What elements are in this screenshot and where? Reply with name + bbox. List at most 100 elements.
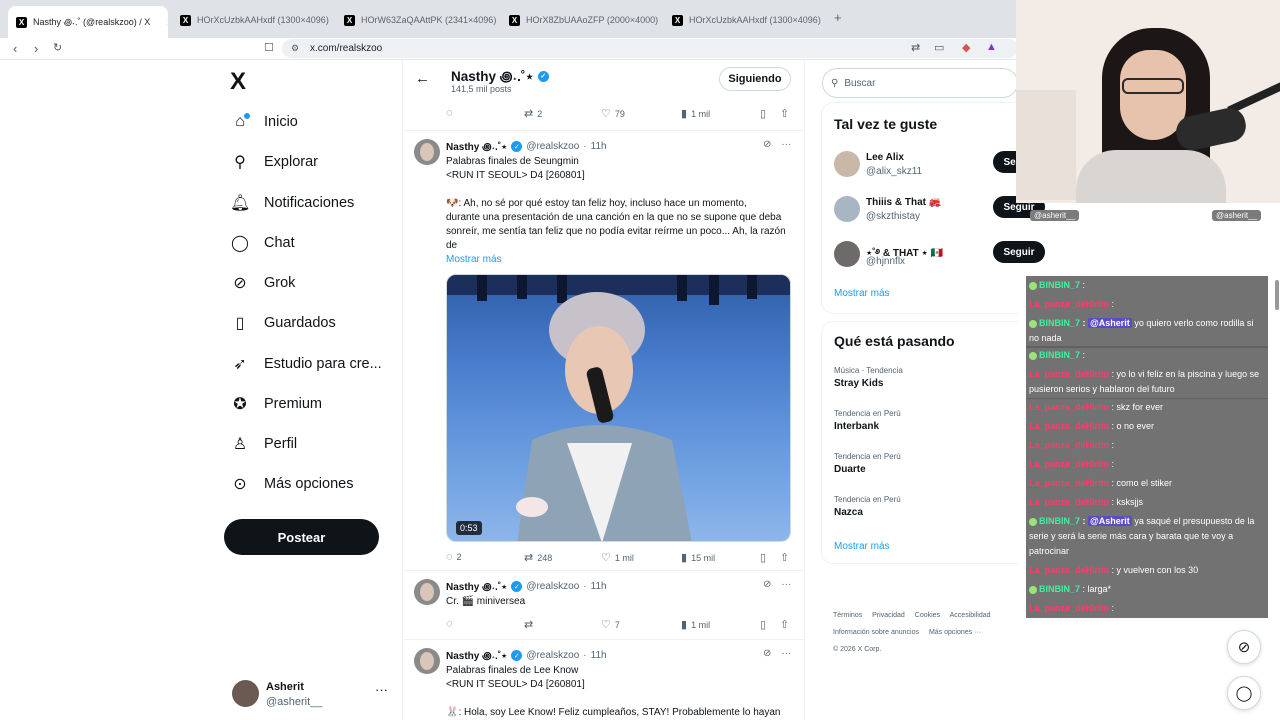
footer-link[interactable]: Privacidad <box>872 612 905 619</box>
triangle-extension-icon[interactable]: ▲ <box>986 41 997 53</box>
bookmark-button[interactable]: ▯ <box>760 107 766 120</box>
search-input[interactable]: ⚲ Buscar <box>822 68 1018 98</box>
tweet-time[interactable]: 11h <box>591 650 607 661</box>
nav-item-notificaciones[interactable]: 🔔︎ Notificaciones <box>230 191 354 215</box>
tab-active[interactable]: X Nasthy ꩜˖.˚ (@realskzoo) / X ✕ <box>8 6 168 38</box>
nav-item-chat[interactable]: ◯ Chat <box>230 231 295 255</box>
author-name[interactable]: Nasthy ꩜˖.˚⋆ <box>446 648 507 663</box>
grok-icon[interactable]: ⊘ <box>763 579 771 590</box>
author-handle[interactable]: @realskzoo <box>526 581 579 592</box>
tab-image-1[interactable]: X HOrXcUzbkAAHxdf (1300×4096) <box>180 8 330 32</box>
reload-icon[interactable]: ↻ <box>53 41 62 54</box>
post-button[interactable]: Postear <box>224 519 379 555</box>
bookmark-button[interactable]: ▯ <box>760 618 766 631</box>
repost-button[interactable]: ⇄ 248 <box>524 551 552 564</box>
trend-item[interactable]: Tendencia en Perú Duarte <box>834 452 1014 475</box>
footer-link[interactable]: Más opciones ··· <box>929 629 981 636</box>
more-icon[interactable]: ··· <box>781 579 791 590</box>
chat-username[interactable]: BINBIN_7 <box>1039 280 1080 290</box>
translate-icon[interactable]: ⇄ <box>911 41 920 54</box>
footer-link[interactable]: Términos <box>833 612 862 619</box>
new-tab-icon[interactable]: + <box>834 10 842 25</box>
site-info-icon[interactable]: ⚙ <box>291 39 299 58</box>
reply-button[interactable]: ◌ <box>446 618 457 630</box>
tweet-time[interactable]: 11h <box>591 141 607 152</box>
url-field[interactable]: ⚙ x.com/realskzoo <box>282 39 1018 58</box>
views-button[interactable]: ▮ 1 mil <box>681 107 710 120</box>
views-button[interactable]: ▮ 1 mil <box>681 618 710 631</box>
nav-item-estudio[interactable]: ➶ Estudio para cre... <box>230 352 381 376</box>
follow-button[interactable]: Seguir <box>993 241 1045 263</box>
chat-username[interactable]: La_panza_deHirito <box>1029 459 1109 469</box>
nav-item-premium[interactable]: ✪ Premium <box>230 392 322 416</box>
more-icon[interactable]: ··· <box>781 139 791 150</box>
tweet[interactable]: Nasthy ꩜˖.˚⋆ ✓ @realskzoo · 11h ⊘ ··· Pa… <box>403 130 804 570</box>
footer-link[interactable]: Información sobre anuncios <box>833 629 919 636</box>
share-button[interactable]: ⇧ <box>780 107 789 120</box>
grok-fab-button[interactable]: ⊘ <box>1227 630 1261 664</box>
nav-item-inicio[interactable]: ⌂ Inicio <box>230 110 298 134</box>
nav-item-perfil[interactable]: ♙ Perfil <box>230 432 297 456</box>
show-more-link[interactable]: Mostrar más <box>834 288 890 299</box>
show-more-link[interactable]: Mostrar más <box>834 541 890 552</box>
chat-username[interactable]: La_panza_deHirito <box>1029 440 1109 450</box>
views-button[interactable]: ▮ 15 mil <box>681 551 715 564</box>
repost-button[interactable]: ⇄ <box>524 618 537 631</box>
nav-item-mas-opciones[interactable]: ⊙ Más opciones <box>230 472 353 496</box>
tweet[interactable]: Nasthy ꩜˖.˚⋆ ✓ @realskzoo · 11h ⊘ ··· Cr… <box>403 570 804 638</box>
tab-image-2[interactable]: X HOrW63ZaQAAttPK (2341×4096) <box>344 8 496 32</box>
chat-username[interactable]: La_panza_deHirito <box>1029 603 1109 613</box>
tab-image-4[interactable]: X HOrXcUzbkAAHxdf (1300×4096) <box>672 8 822 32</box>
trend-item[interactable]: Música · Tendencia Stray Kids <box>834 366 1014 389</box>
repost-button[interactable]: ⇄ 2 <box>524 107 542 120</box>
grok-icon[interactable]: ⊘ <box>763 648 771 659</box>
author-name[interactable]: Nasthy ꩜˖.˚⋆ <box>446 579 507 594</box>
avatar[interactable] <box>414 139 440 165</box>
share-button[interactable]: ⇧ <box>780 551 789 564</box>
like-button[interactable]: ♡ 1 mil <box>601 551 634 564</box>
author-handle[interactable]: @realskzoo <box>526 650 579 661</box>
reply-button[interactable]: ◌ 2 <box>446 551 462 563</box>
messages-fab-button[interactable]: ◯ <box>1227 676 1261 710</box>
suggestion-item[interactable]: ⋆˚࿔ & THAT ⋆ 🇲🇽 @hjnnflx Seguir <box>834 241 1045 275</box>
chat-username[interactable]: La_panza_deHirito <box>1029 402 1109 412</box>
forward-icon[interactable]: › <box>34 41 38 56</box>
reply-button[interactable]: ◌ <box>446 107 457 119</box>
nav-item-explorar[interactable]: ⚲ Explorar <box>230 150 318 174</box>
back-icon[interactable]: ‹ <box>13 41 17 56</box>
chat-username[interactable]: BINBIN_7 <box>1039 516 1080 526</box>
more-icon[interactable]: ··· <box>781 648 791 659</box>
trend-item[interactable]: Tendencia en Perú Interbank <box>834 409 1014 432</box>
bookmark-button[interactable]: ▯ <box>760 551 766 564</box>
avatar[interactable] <box>414 648 440 674</box>
footer-link[interactable]: Accesibilidad <box>950 612 991 619</box>
chat-username[interactable]: La_panza_deHirito <box>1029 421 1109 431</box>
scrollbar[interactable] <box>1275 280 1279 310</box>
nav-item-guardados[interactable]: ▯ Guardados <box>230 311 336 335</box>
footer-link[interactable]: Cookies <box>915 612 940 619</box>
suggestion-item[interactable]: Lee Alix @alix_skz11 Seguir <box>834 151 1045 185</box>
chat-username[interactable]: La_panza_deHirito <box>1029 299 1109 309</box>
bookmark-page-icon[interactable]: ☐ <box>264 41 274 54</box>
like-button[interactable]: ♡ 7 <box>601 618 620 631</box>
chat-username[interactable]: BINBIN_7 <box>1039 350 1080 360</box>
grok-icon[interactable]: ⊘ <box>763 139 771 150</box>
tab-image-3[interactable]: X HOrX8ZbUAAoZFP (2000×4000) <box>509 8 661 32</box>
more-icon[interactable]: ··· <box>375 682 388 697</box>
cast-icon[interactable]: ▭ <box>934 41 944 54</box>
tweet[interactable]: Nasthy ꩜˖.˚⋆ ✓ @realskzoo · 11h ⊘ ··· Pa… <box>403 639 804 720</box>
trend-item[interactable]: Tendencia en Perú Nazca <box>834 495 1014 518</box>
tweet-video[interactable]: 0:53 <box>446 274 791 542</box>
chat-username[interactable]: La_panza_deHirito <box>1029 565 1109 575</box>
chat-username[interactable]: BINBIN_7 <box>1039 318 1080 328</box>
account-switcher[interactable]: Asherit @asherit__ ··· <box>232 680 392 710</box>
chat-username[interactable]: La_panza_deHirito <box>1029 369 1109 379</box>
x-logo[interactable]: X <box>230 68 246 96</box>
following-button[interactable]: Siguiendo <box>719 67 791 91</box>
shield-extension-icon[interactable]: ◆ <box>962 41 970 54</box>
like-button[interactable]: ♡ 79 <box>601 107 625 120</box>
chat-username[interactable]: La_panza_deHirito <box>1029 497 1109 507</box>
chat-username[interactable]: La_panza_deHirito <box>1029 478 1109 488</box>
tweet-time[interactable]: 11h <box>591 581 607 592</box>
nav-item-grok[interactable]: ⊘ Grok <box>230 271 295 295</box>
